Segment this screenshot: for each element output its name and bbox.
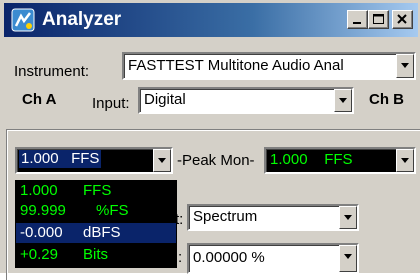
instrument-select[interactable]: FASTTEST Multitone Audio Anal (122, 52, 416, 80)
input-value: Digital (144, 91, 186, 108)
input-label: Input: (92, 95, 130, 112)
function-value: Spectrum (193, 208, 258, 225)
channel-a-label: Ch A (22, 91, 57, 108)
ch-a-peak-value: 1.000 (21, 150, 59, 167)
peak-mon-value-field: 1.000 FFS (270, 151, 353, 169)
input-select[interactable]: Digital (138, 87, 354, 114)
option-value: 1.000 (20, 182, 58, 199)
close-icon (397, 14, 407, 24)
unit-option-percent-fs[interactable]: 99.999 %FS (16, 201, 176, 221)
reading-value: 0.00000 % (193, 249, 265, 266)
instrument-label: Instrument: (14, 63, 90, 80)
option-value: 99.999 (20, 202, 66, 219)
unit-option-bits[interactable]: +0.29 Bits (16, 245, 176, 265)
ch-a-peak-select[interactable]: 1.000 FFS (15, 147, 173, 174)
channel-b-label: Ch B (369, 91, 404, 108)
instrument-value: FASTTEST Multitone Audio Anal (128, 57, 344, 74)
option-unit: %FS (96, 202, 129, 219)
chevron-down-icon (344, 254, 352, 259)
reading-dropdown-button[interactable] (339, 245, 357, 272)
chevron-down-icon (401, 63, 409, 68)
option-unit: Bits (83, 246, 109, 263)
chevron-down-icon (339, 98, 347, 103)
chevron-down-icon (158, 158, 166, 163)
option-unit: dBFS (83, 224, 121, 241)
analyzer-app-icon (11, 8, 35, 32)
ch-a-peak-value-field: 1.000 FFS (19, 150, 102, 168)
ch-a-peak-dropdown-button[interactable] (153, 149, 171, 172)
unit-option-ffs[interactable]: 1.000 FFS (16, 181, 176, 201)
ch-a-peak-unit: FFS (71, 150, 100, 167)
option-unit: FFS (83, 182, 112, 199)
option-value: +0.29 (20, 246, 58, 263)
close-button[interactable] (392, 10, 413, 29)
function-select[interactable]: Spectrum (187, 204, 359, 231)
window-title: Analyzer (42, 9, 122, 30)
peak-mon-select[interactable]: 1.000 FFS (264, 147, 416, 174)
reading-select[interactable]: 0.00000 % (187, 243, 359, 274)
minimize-button[interactable] (347, 10, 368, 29)
chevron-down-icon (344, 215, 352, 220)
peak-mon-unit: FFS (324, 151, 353, 168)
unit-dropdown-list: 1.000 FFS 99.999 %FS -0.000 dBFS +0.29 B… (15, 180, 177, 268)
peak-mon-value: 1.000 (270, 151, 308, 168)
minimize-icon (353, 22, 361, 24)
instrument-dropdown-button[interactable] (396, 54, 414, 78)
chevron-down-icon (401, 158, 409, 163)
function-dropdown-button[interactable] (339, 206, 357, 229)
input-dropdown-button[interactable] (334, 89, 352, 112)
unit-option-dbfs[interactable]: -0.000 dBFS (16, 223, 176, 243)
title-bar[interactable]: Analyzer (4, 3, 418, 37)
reading-label: : (178, 249, 183, 266)
option-value: -0.000 (20, 224, 63, 241)
peak-mon-label: -Peak Mon- (177, 152, 255, 169)
peak-mon-dropdown-button[interactable] (396, 149, 414, 172)
analyzer-window: Analyzer Instrument: FASTTEST Multitone … (0, 0, 420, 280)
maximize-button[interactable] (368, 10, 389, 29)
maximize-icon (373, 14, 384, 24)
